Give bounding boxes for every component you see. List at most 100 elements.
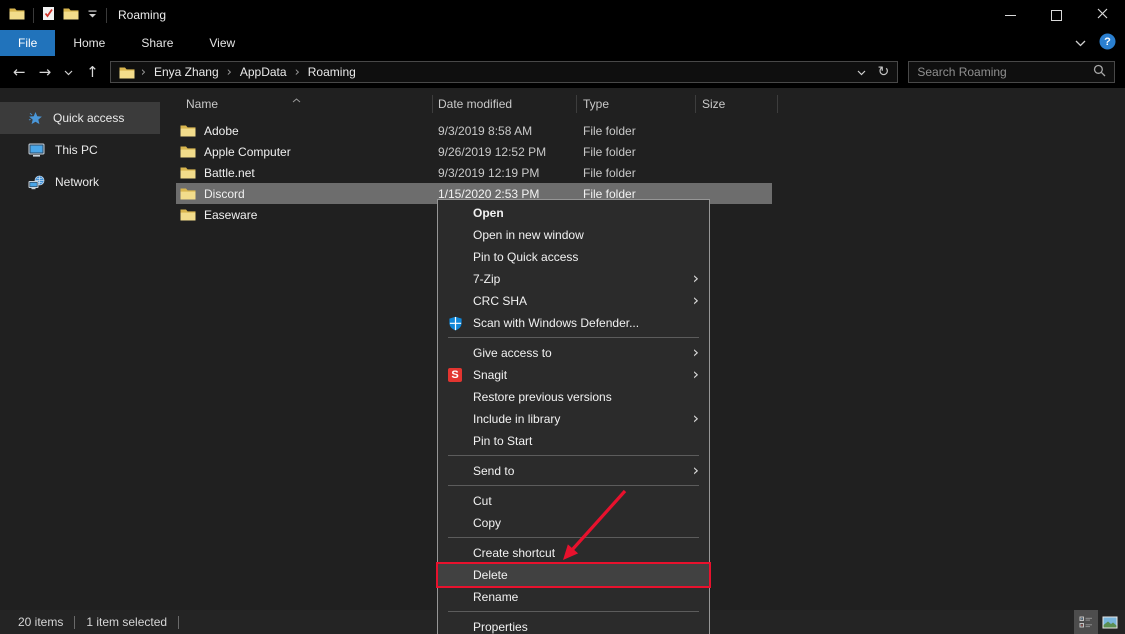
quick-access-star-icon (28, 111, 43, 126)
sidebar-item-label: Network (55, 175, 99, 189)
tab-view[interactable]: View (191, 30, 253, 56)
breadcrumb-item-roaming[interactable]: Roaming (306, 65, 358, 79)
menu-item-snagit[interactable]: Snagit› (438, 364, 709, 386)
titlebar: Roaming (0, 0, 1125, 30)
menu-item-pin-to-quick-access[interactable]: Pin to Quick access (438, 246, 709, 268)
file-explorer-window: Roaming FileHomeShareView ? ← → ↑ ›Enya … (0, 0, 1125, 634)
search-icon (1093, 64, 1106, 80)
menu-icon-slot (446, 293, 464, 309)
menu-item-include-in-library[interactable]: Include in library› (438, 408, 709, 430)
menu-item-label: Copy (473, 516, 501, 530)
menu-item-label: Restore previous versions (473, 390, 612, 404)
context-menu: Open Open in new window Pin to Quick acces… (437, 199, 710, 634)
ribbon-expand-chevron-icon[interactable] (1075, 36, 1086, 50)
thumbnail-view-button[interactable] (1098, 610, 1122, 634)
file-name: Adobe (204, 124, 239, 138)
maximize-icon (1051, 10, 1062, 21)
folder-icon (180, 187, 196, 200)
menu-icon-slot (446, 545, 464, 561)
breadcrumb: ›Enya Zhang›AppData›Roaming (119, 65, 358, 80)
menu-item-rename[interactable]: Rename (438, 586, 709, 608)
menu-item-label: Create shortcut (473, 546, 555, 560)
folder-icon (180, 145, 196, 158)
help-button[interactable]: ? (1099, 33, 1116, 53)
tab-file[interactable]: File (0, 30, 55, 56)
details-view-button[interactable] (1074, 610, 1098, 634)
toolbar-divider (33, 8, 34, 23)
menu-item-pin-to-start[interactable]: Pin to Start (438, 430, 709, 452)
statusbar-divider (178, 616, 179, 629)
close-icon (1097, 8, 1108, 22)
menu-icon-slot (446, 433, 464, 449)
tab-home[interactable]: Home (55, 30, 123, 56)
search-input[interactable] (917, 65, 1093, 79)
sidebar-item-this-pc[interactable]: This PC (0, 134, 160, 166)
up-button[interactable]: ↑ (86, 65, 99, 80)
breadcrumb-item-appdata[interactable]: AppData (238, 65, 289, 79)
menu-item-label: Include in library (473, 412, 560, 426)
file-row-battle-net[interactable]: Battle.net9/3/2019 12:19 PMFile folder (176, 162, 772, 183)
menu-item-label: 7-Zip (473, 272, 500, 286)
recent-locations-chevron-icon[interactable] (64, 65, 73, 79)
submenu-arrow-icon: › (693, 291, 699, 310)
menu-item-label: Open in new window (473, 228, 584, 242)
menu-item-give-access-to[interactable]: Give access to› (438, 342, 709, 364)
breadcrumb-item-enya-zhang[interactable]: Enya Zhang (152, 65, 221, 79)
back-button[interactable]: ← (13, 65, 26, 80)
close-button[interactable] (1079, 0, 1125, 30)
column-divider[interactable] (695, 95, 696, 113)
window-title: Roaming (118, 8, 166, 22)
menu-item-restore-previous-versions[interactable]: Restore previous versions (438, 386, 709, 408)
submenu-arrow-icon: › (693, 269, 699, 288)
minimize-button[interactable] (987, 0, 1033, 30)
menu-item-label: Pin to Start (473, 434, 532, 448)
network-icon (28, 175, 45, 190)
view-switcher (1074, 610, 1122, 634)
file-name: Easeware (204, 208, 257, 222)
ribbon-right-controls: ? (1075, 30, 1116, 56)
sidebar-item-quick-access[interactable]: Quick access (0, 102, 160, 134)
menu-item-delete[interactable]: Delete (438, 564, 709, 586)
column-header-type[interactable]: Type (583, 97, 609, 111)
file-row-adobe[interactable]: Adobe9/3/2019 8:58 AMFile folder (176, 120, 772, 141)
menu-item-7-zip[interactable]: 7-Zip › (438, 268, 709, 290)
folder-icon (180, 208, 196, 221)
menu-item-label: Send to (473, 464, 514, 478)
forward-button[interactable]: → (39, 65, 52, 80)
ribbon-tabs: FileHomeShareView (0, 30, 253, 56)
file-row-apple-computer[interactable]: Apple Computer9/26/2019 12:52 PMFile fol… (176, 141, 772, 162)
sidebar-item-network[interactable]: Network (0, 166, 160, 198)
menu-item-label: Cut (473, 494, 492, 508)
menu-item-properties[interactable]: Properties (438, 616, 709, 634)
column-header-date[interactable]: Date modified (438, 97, 512, 111)
column-divider[interactable] (777, 95, 778, 113)
menu-item-open[interactable]: Open (438, 202, 709, 224)
menu-item-send-to[interactable]: Send to› (438, 460, 709, 482)
menu-item-scan-with-windows-defender[interactable]: Scan with Windows Defender... (438, 312, 709, 334)
this-pc-icon (28, 143, 45, 158)
qat-customize-chevron-icon[interactable] (87, 8, 98, 22)
column-divider[interactable] (432, 95, 433, 113)
properties-icon[interactable] (42, 6, 55, 24)
menu-item-cut[interactable]: Cut (438, 490, 709, 512)
quick-access-toolbar: Roaming (0, 6, 166, 24)
menu-separator (448, 337, 699, 338)
menu-icon-slot (446, 515, 464, 531)
maximize-button[interactable] (1033, 0, 1079, 30)
menu-item-copy[interactable]: Copy (438, 512, 709, 534)
column-divider[interactable] (576, 95, 577, 113)
menu-icon-slot (446, 249, 464, 265)
column-header-name[interactable]: Name (186, 97, 218, 111)
address-dropdown-chevron-icon[interactable] (857, 65, 866, 79)
refresh-icon[interactable]: ↻ (878, 65, 890, 79)
menu-item-open-in-new-window[interactable]: Open in new window (438, 224, 709, 246)
address-box[interactable]: ›Enya Zhang›AppData›Roaming ↻ (110, 61, 899, 83)
menu-icon-slot (446, 493, 464, 509)
tab-share[interactable]: Share (123, 30, 191, 56)
menu-item-crc-sha[interactable]: CRC SHA› (438, 290, 709, 312)
new-folder-icon[interactable] (63, 7, 79, 23)
column-header-size[interactable]: Size (702, 97, 725, 111)
menu-icon-slot (446, 411, 464, 427)
sort-ascending-icon (292, 92, 301, 106)
menu-item-create-shortcut[interactable]: Create shortcut (438, 542, 709, 564)
